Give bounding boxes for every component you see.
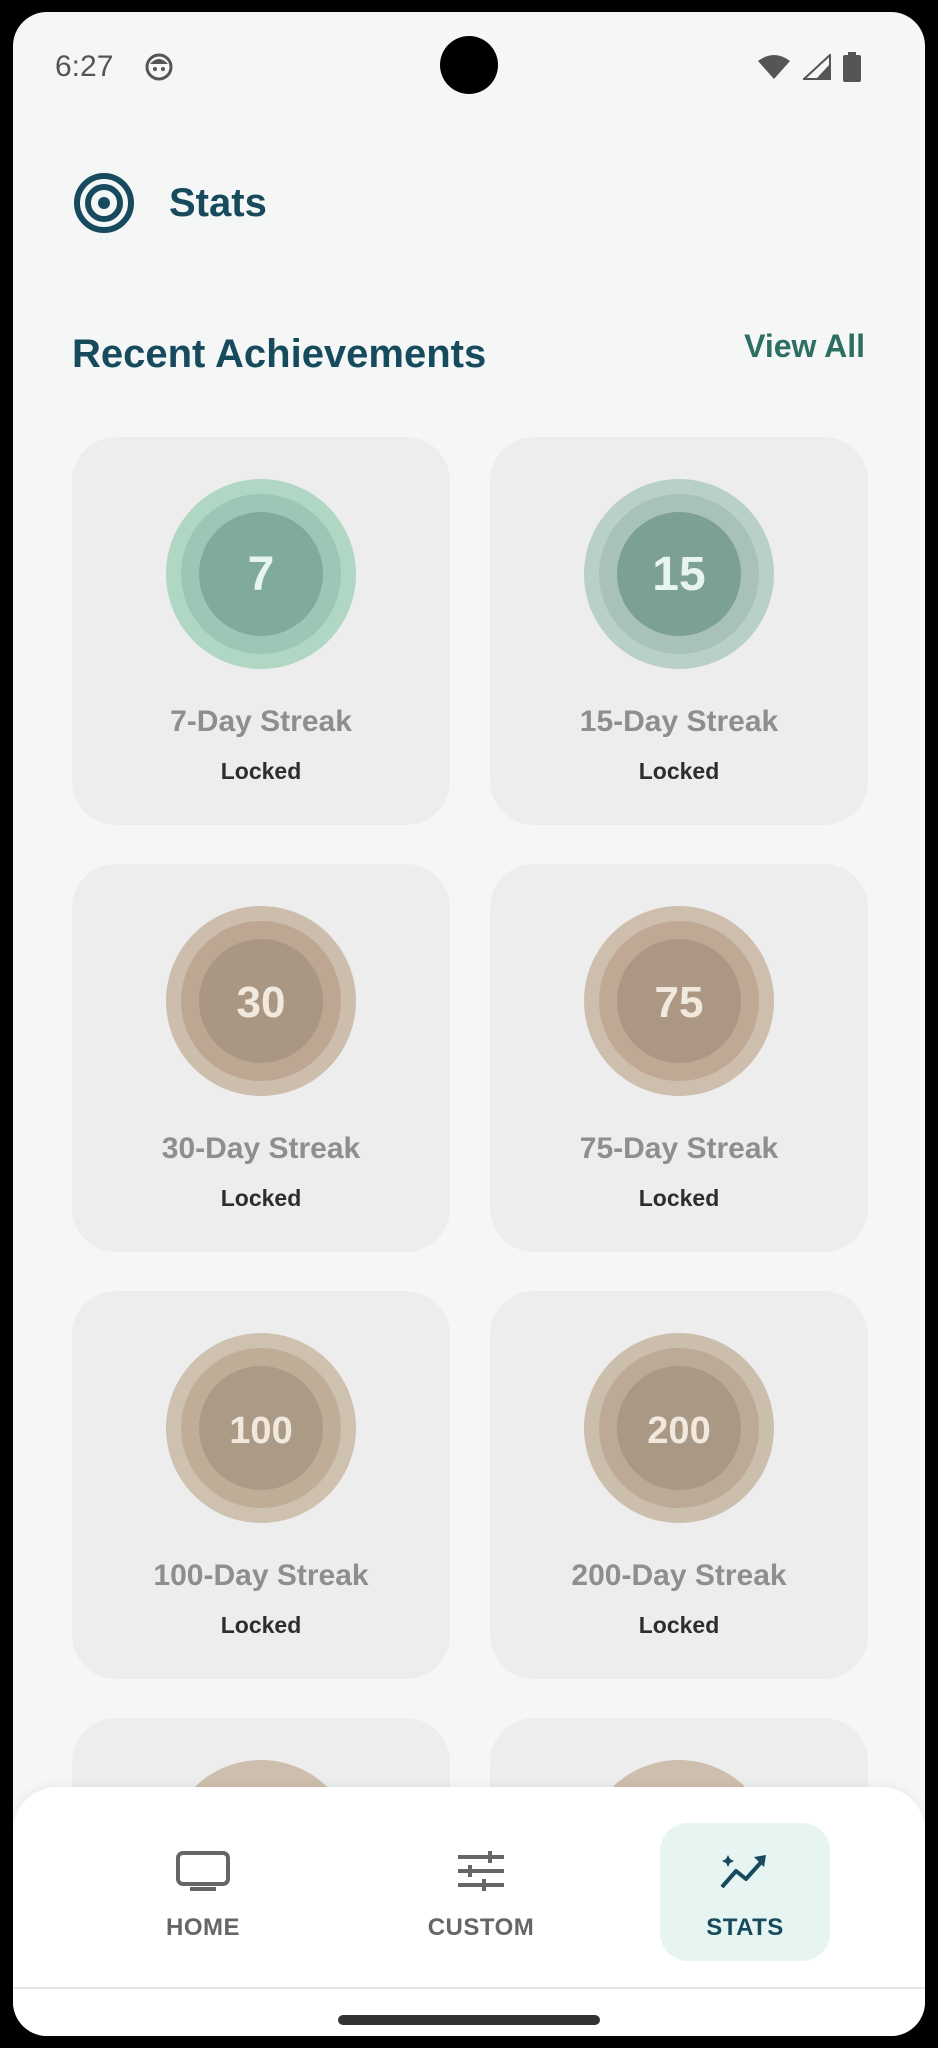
svg-text:15: 15 <box>652 548 705 601</box>
achievement-name: 15-Day Streak <box>579 705 779 738</box>
achievement-card[interactable]: 7 7-Day Streak Locked <box>72 437 450 825</box>
achievement-name: 30-Day Streak <box>161 1132 361 1165</box>
achievement-name: 100-Day Streak <box>153 1559 369 1592</box>
svg-text:30: 30 <box>237 978 286 1027</box>
achievement-status: Locked <box>220 1185 302 1211</box>
achievement-status: Locked <box>638 1612 720 1638</box>
app-header: Stats <box>73 172 267 234</box>
nav-home[interactable]: HOME <box>118 1823 288 1961</box>
wifi-icon <box>758 55 790 79</box>
home-indicator[interactable] <box>338 2015 600 2025</box>
camera-cutout <box>440 36 498 94</box>
status-icons <box>757 52 861 82</box>
tv-icon <box>176 1851 230 1891</box>
battery-icon <box>843 52 861 82</box>
achievement-name: 75-Day Streak <box>579 1132 779 1165</box>
achievement-card[interactable]: 30 30-Day Streak Locked <box>72 864 450 1252</box>
target-icon <box>74 173 134 233</box>
medal-icon: 15 <box>584 479 774 669</box>
medal-icon: 200 <box>584 1333 774 1523</box>
nav-label: CUSTOM <box>427 1914 535 1941</box>
nav-label: STATS <box>706 1914 784 1941</box>
achievement-status: Locked <box>220 1612 302 1638</box>
bottom-navigation: HOME CUSTOM STATS <box>13 1787 925 2036</box>
svg-text:7: 7 <box>248 548 275 601</box>
medal-icon: 7 <box>166 479 356 669</box>
svg-text:100: 100 <box>229 1410 292 1452</box>
signal-icon <box>803 54 831 80</box>
achievement-status: Locked <box>638 1185 720 1211</box>
medal-icon: 75 <box>584 906 774 1096</box>
section-title: Recent Achievements <box>72 332 487 376</box>
view-all-button[interactable]: View All <box>744 328 865 365</box>
achievement-status: Locked <box>638 758 720 784</box>
achievement-card[interactable]: 100 100-Day Streak Locked <box>72 1291 450 1679</box>
svg-text:200: 200 <box>647 1410 710 1452</box>
medal-icon: 100 <box>166 1333 356 1523</box>
achievement-card[interactable]: 15 15-Day Streak Locked <box>490 437 868 825</box>
nav-custom[interactable]: CUSTOM <box>396 1823 566 1961</box>
achievement-card[interactable]: 75 75-Day Streak Locked <box>490 864 868 1252</box>
svg-text:75: 75 <box>655 978 704 1027</box>
achievement-name: 200-Day Streak <box>571 1559 787 1592</box>
app-notification-icon <box>145 53 173 81</box>
phone-screen: 6:27 Stats Recent Achievements View All … <box>13 12 925 2036</box>
sliders-icon <box>458 1851 504 1891</box>
trending-up-icon <box>720 1855 766 1889</box>
status-time: 6:27 <box>55 50 114 83</box>
page-title: Stats <box>169 180 267 225</box>
nav-label: HOME <box>166 1914 240 1941</box>
nav-divider <box>13 1987 925 1989</box>
nav-stats[interactable]: STATS <box>660 1823 830 1961</box>
achievement-status: Locked <box>220 758 302 784</box>
achievement-name: 7-Day Streak <box>170 705 352 738</box>
status-bar: 6:27 <box>13 12 925 122</box>
achievement-card[interactable]: 200 200-Day Streak Locked <box>490 1291 868 1679</box>
medal-icon: 30 <box>166 906 356 1096</box>
